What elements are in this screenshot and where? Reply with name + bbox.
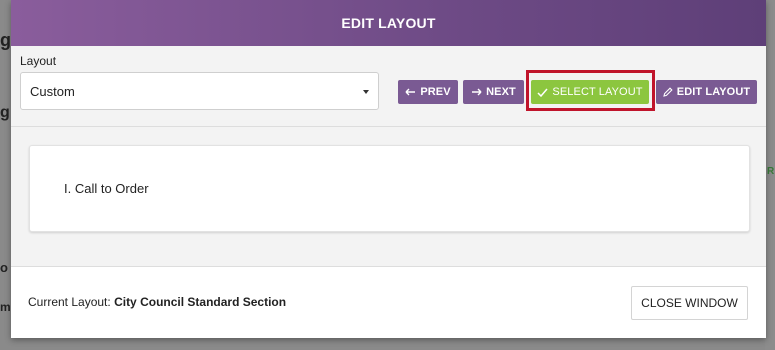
layout-preview-area: I. Call to Order <box>11 127 766 267</box>
edit-layout-label: EDIT LAYOUT <box>676 86 751 98</box>
modal-footer: Current Layout: City Council Standard Se… <box>11 267 766 338</box>
current-layout-text: Current Layout: City Council Standard Se… <box>28 295 286 309</box>
layout-toolbar: Layout Custom PREV NEXT SELECT LAYOUT ED… <box>11 46 766 127</box>
edit-layout-button[interactable]: EDIT LAYOUT <box>656 80 757 104</box>
background-text-fragment: m <box>0 300 11 314</box>
layout-select[interactable]: Custom <box>20 72 379 110</box>
background-text-fragment: o <box>0 260 8 275</box>
modal-title: EDIT LAYOUT <box>341 15 436 31</box>
current-layout-prefix: Current Layout: <box>28 295 111 309</box>
current-layout-value: City Council Standard Section <box>114 295 287 309</box>
arrow-right-icon <box>471 88 482 96</box>
close-window-button[interactable]: CLOSE WINDOW <box>631 286 748 320</box>
layout-select-value: Custom <box>30 83 75 99</box>
agenda-item-card: I. Call to Order <box>29 145 750 232</box>
next-button-label: NEXT <box>486 86 516 98</box>
background-right-edge: R <box>765 0 775 350</box>
prev-button[interactable]: PREV <box>398 80 458 104</box>
modal-header: EDIT LAYOUT <box>11 0 766 46</box>
next-button[interactable]: NEXT <box>463 80 524 104</box>
prev-button-label: PREV <box>420 86 451 98</box>
close-window-label: CLOSE WINDOW <box>641 296 738 310</box>
arrow-left-icon <box>405 88 416 96</box>
edit-layout-modal: EDIT LAYOUT Layout Custom PREV NEXT SELE… <box>11 0 766 338</box>
background-text-fragment: g <box>0 104 10 121</box>
chevron-down-icon <box>363 90 369 94</box>
pencil-icon <box>663 87 673 97</box>
highlight-box <box>526 70 655 111</box>
background-text-fragment: R <box>767 166 775 177</box>
layout-label: Layout <box>20 54 57 68</box>
agenda-item-title: I. Call to Order <box>64 181 149 196</box>
